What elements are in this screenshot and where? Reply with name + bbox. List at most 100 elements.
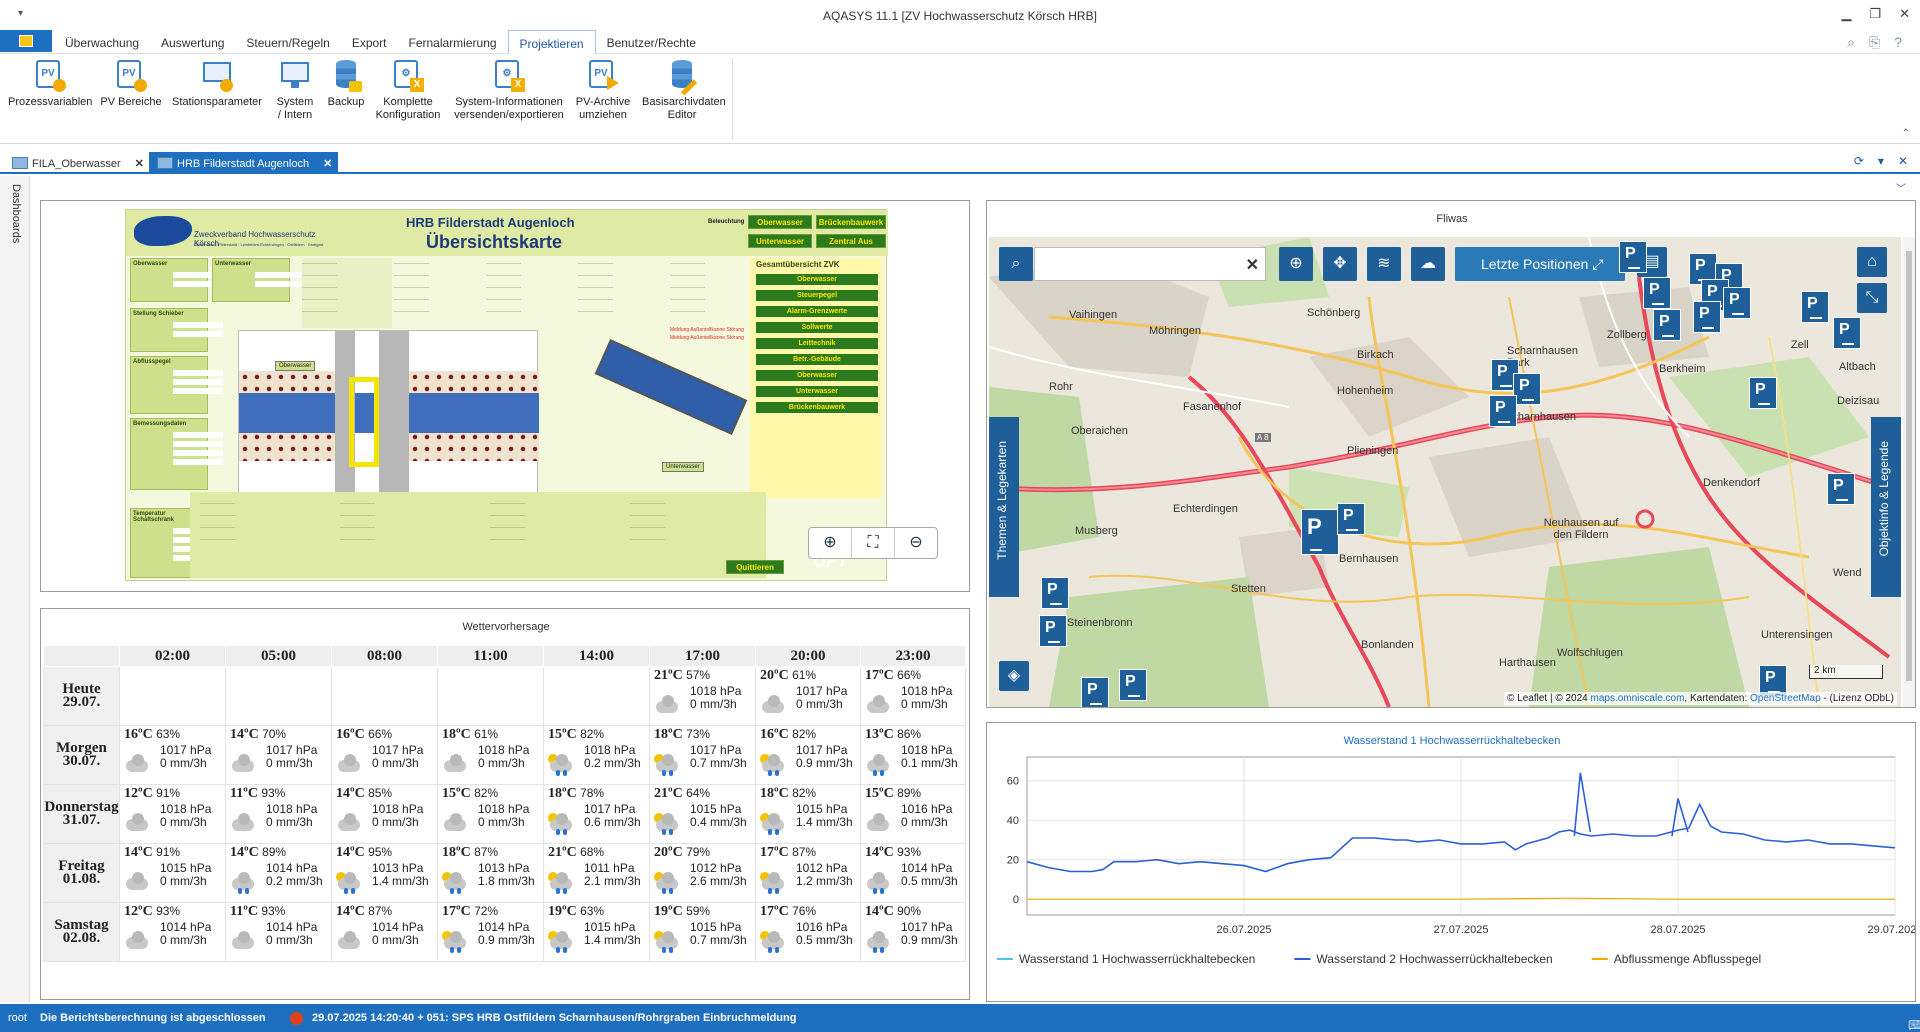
chevron-down-icon[interactable]: ﹀: [1896, 180, 1906, 195]
nav-oberwasser[interactable]: Oberwasser: [756, 274, 878, 285]
nav-unterwasser[interactable]: Unterwasser: [756, 386, 878, 397]
help-icon[interactable]: ?: [1894, 34, 1902, 51]
gauge-marker[interactable]: P: [1081, 677, 1109, 707]
attach-icon[interactable]: ⎘: [1869, 34, 1880, 51]
gauge-marker[interactable]: P: [1749, 377, 1777, 409]
quittieren-button[interactable]: Quittieren: [726, 560, 784, 574]
humidity: 76%: [792, 904, 817, 918]
tab-steuern-regeln[interactable]: Steuern/Regeln: [235, 30, 340, 54]
tab-projektieren[interactable]: Projektieren: [507, 30, 596, 54]
last-positions-button[interactable]: Letzte Positionen ⤢: [1455, 247, 1625, 281]
rainfall: 0 mm/3h: [478, 756, 525, 770]
collapse-ribbon-icon[interactable]: ⌃: [1902, 128, 1910, 139]
nav-betr-gebaeude[interactable]: Betr.-Gebäude: [756, 354, 878, 365]
forecast-cell: 19ºC 63% 1015 hPa 1.4 mm/3h: [543, 902, 650, 962]
pv-bereiche-button[interactable]: PV PV Bereiche: [100, 58, 162, 109]
weather-table: 02:00 05:00 08:00 11:00 14:00 17:00 20:00 23:00…: [43, 645, 966, 962]
gauge-marker[interactable]: P: [1041, 577, 1069, 609]
gauge-marker[interactable]: P: [1619, 241, 1647, 273]
zoom-search-icon[interactable]: ⊕: [1279, 247, 1313, 281]
gauge-marker[interactable]: P: [1119, 669, 1147, 701]
omniscale-link[interactable]: maps.omniscale.com: [1591, 693, 1685, 704]
water-level-icon[interactable]: ≋: [1367, 247, 1401, 281]
nav-alarm-grenzwerte[interactable]: Alarm-Grenzwerte: [756, 306, 878, 317]
map-scrollbar[interactable]: [1903, 237, 1915, 707]
system-informationen-button[interactable]: ⚙ X System-Informationen versenden/export…: [450, 58, 568, 122]
temperature: 18ºC: [760, 786, 789, 801]
minimize-icon[interactable]: ▁: [1841, 6, 1851, 22]
tab-export[interactable]: Export: [341, 30, 398, 54]
komplette-konfiguration-button[interactable]: ⚙ X Komplette Konfiguration: [372, 58, 444, 122]
tab-fernalarmierung[interactable]: Fernalarmierung: [398, 30, 508, 54]
zentral-aus-button[interactable]: Zentral Aus: [816, 234, 886, 248]
restore-icon[interactable]: ❐: [1869, 6, 1881, 22]
dropdown-icon[interactable]: ▾: [1878, 154, 1884, 168]
gauge-marker[interactable]: P: [1833, 317, 1861, 349]
basisarchivdaten-editor-button[interactable]: Basisarchivdaten Editor: [638, 58, 726, 122]
gauge-marker[interactable]: P: [1723, 287, 1751, 319]
x-tick-label: 29.07.2025: [1867, 924, 1915, 936]
clear-search-icon[interactable]: ✕: [1246, 255, 1259, 275]
temperature: 14ºC: [336, 845, 365, 860]
gauge-marker-selected[interactable]: P: [1301, 509, 1339, 555]
close-tab-icon[interactable]: ✕: [323, 158, 332, 170]
nav-steuerpegel[interactable]: Steuerpegel: [756, 290, 878, 301]
image-icon: [12, 157, 28, 169]
gauge-marker[interactable]: P: [1693, 301, 1721, 333]
brueckenbauwerk-light-button[interactable]: Brückenbauwerk: [816, 215, 886, 229]
objektinfo-legende-tab[interactable]: Objektinfo & Legende: [1871, 417, 1901, 597]
pv-archive-umziehen-button[interactable]: PV PV-Archive umziehen: [574, 58, 632, 122]
forecast-cell: 15ºC 82% 1018 hPa 0.2 mm/3h: [543, 725, 650, 785]
locate-icon[interactable]: ✥: [1323, 247, 1357, 281]
nav-leittechnik[interactable]: Leittechnik: [756, 338, 878, 349]
osm-link[interactable]: OpenStreetMap: [1750, 693, 1821, 704]
refresh-icon[interactable]: ⟳: [1854, 154, 1864, 168]
cloud-rain-icon[interactable]: ☁: [1411, 247, 1445, 281]
home-icon[interactable]: ⌂: [1857, 247, 1887, 277]
themen-legekarten-tab[interactable]: Themen & Legekarten: [989, 417, 1019, 597]
tab-benutzer-rechte[interactable]: Benutzer/Rechte: [596, 30, 707, 54]
gauge-marker[interactable]: P: [1643, 277, 1671, 309]
document-tabs: FILA_Oberwasser ✕ HRB Filderstadt Augenlo…: [0, 150, 1920, 174]
water-level-chart[interactable]: 0 20 40 60 26.07.2025 27.07.2025 28.07.2025 29.…: [987, 751, 1915, 999]
tab-ueberwachung[interactable]: Überwachung: [54, 30, 150, 54]
map-search-input[interactable]: ✕: [1034, 247, 1266, 281]
doctab-fila-oberwasser[interactable]: FILA_Oberwasser ✕: [4, 152, 150, 174]
status-alarm[interactable]: 29.07.2025 14:20:40 + 051: SPS HRB Ostfi…: [312, 1012, 796, 1024]
gauge-marker[interactable]: P: [1337, 503, 1365, 535]
tab-auswertung[interactable]: Auswertung: [150, 30, 235, 54]
unterwasser-light-button[interactable]: Unterwasser: [748, 234, 812, 248]
backup-button[interactable]: Backup: [324, 58, 368, 109]
close-icon[interactable]: ✕: [1898, 154, 1908, 168]
gauge-marker[interactable]: P: [1039, 615, 1067, 647]
system-intern-button[interactable]: System / Intern: [270, 58, 320, 122]
nav-sollwerte[interactable]: Sollwerte: [756, 322, 878, 333]
gauge-marker[interactable]: P: [1489, 395, 1517, 427]
nav-oberwasser-2[interactable]: Oberwasser: [756, 370, 878, 381]
close-tab-icon[interactable]: ✕: [135, 158, 144, 170]
stationsparameter-button[interactable]: Stationsparameter: [170, 58, 264, 109]
gauge-marker[interactable]: P: [1801, 291, 1829, 323]
gauge-marker[interactable]: P: [1513, 373, 1541, 405]
search-icon[interactable]: ⌕: [1847, 34, 1855, 51]
close-icon[interactable]: ✕: [1899, 6, 1910, 22]
prozessvariablen-button[interactable]: PV Prozessvariablen: [8, 58, 92, 109]
zoom-out-icon[interactable]: ⊖: [895, 528, 937, 558]
doctab-hrb-filderstadt[interactable]: HRB Filderstadt Augenloch ✕: [149, 152, 339, 174]
dashboards-sidebar[interactable]: Dashboards: [0, 176, 30, 1002]
rain-icon: [865, 754, 891, 776]
humidity: 82%: [580, 727, 605, 741]
oberwasser-light-button[interactable]: Oberwasser: [748, 215, 812, 229]
layers-icon[interactable]: ◈: [999, 661, 1029, 691]
nav-brueckenbauwerk[interactable]: Brückenbauwerk: [756, 402, 878, 413]
map-search-icon[interactable]: ⌕: [999, 247, 1033, 281]
collapse-arrows-icon[interactable]: ⤡: [1857, 283, 1887, 313]
zoom-in-icon[interactable]: ⊕: [809, 528, 852, 558]
app-menu-button[interactable]: [0, 30, 52, 52]
humidity: 82%: [792, 727, 817, 741]
fit-screen-icon[interactable]: ⛶: [852, 528, 895, 558]
rainfall: 0 mm/3h: [266, 756, 313, 770]
fliwas-map[interactable]: ⌕ ✕ ⊕ ✥ ≋ ☁ Letzte Positionen ⤢ ▤ ⌂ ⤡ ◈ …: [989, 237, 1901, 707]
gauge-marker[interactable]: P: [1827, 473, 1855, 505]
gauge-marker[interactable]: P: [1653, 309, 1681, 341]
